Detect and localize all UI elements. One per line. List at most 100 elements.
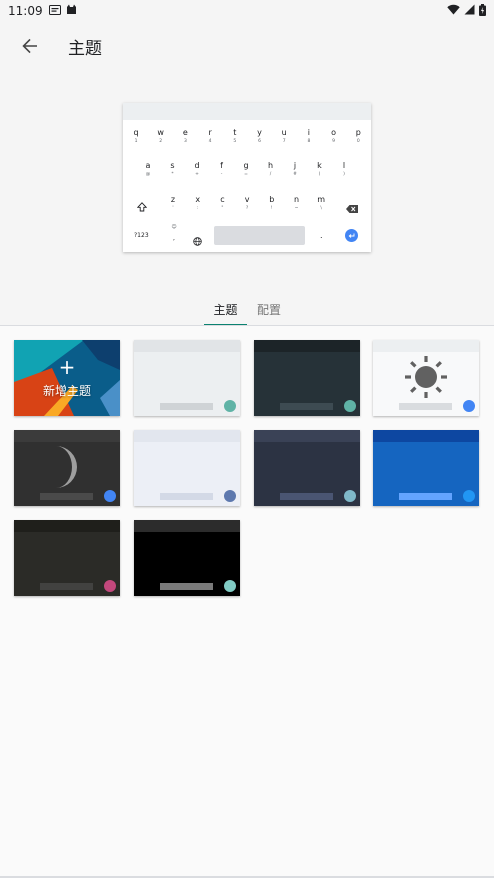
add-theme-label: 新增主题 bbox=[42, 384, 91, 398]
cat-notification-icon bbox=[66, 4, 77, 18]
kb-key-label: y bbox=[257, 128, 262, 137]
kb-key-label: h bbox=[267, 161, 274, 170]
kb-key-hint: ? bbox=[245, 206, 249, 211]
kb-key-hint: " bbox=[221, 206, 224, 211]
theme-tile-accent-dot bbox=[104, 490, 116, 502]
app-bar: 主题 bbox=[0, 22, 494, 70]
theme-tile-dark-slate[interactable] bbox=[254, 340, 360, 416]
space-key bbox=[214, 226, 305, 245]
theme-tile-dark-navy[interactable] bbox=[254, 430, 360, 506]
theme-tile-dark-moon[interactable] bbox=[14, 430, 120, 506]
battery-charging-icon bbox=[479, 3, 486, 19]
kb-key-label: j bbox=[293, 161, 297, 170]
shift-icon bbox=[136, 197, 148, 216]
plus-icon: + bbox=[58, 355, 76, 379]
enter-icon bbox=[348, 233, 355, 238]
kb-key-hint: 6 bbox=[258, 139, 261, 144]
kb-key-label: w bbox=[157, 128, 164, 137]
kb-key-label: l bbox=[342, 161, 346, 170]
kb-key-hint: 8 bbox=[307, 139, 311, 144]
theme-tile-spacebar bbox=[160, 583, 213, 590]
back-button[interactable] bbox=[2, 22, 58, 70]
kb-key-label: v bbox=[244, 195, 250, 204]
kb-key-hint: - bbox=[220, 172, 223, 177]
theme-tile-pure-black[interactable] bbox=[134, 520, 240, 596]
kb-key-a: a @ bbox=[143, 161, 153, 177]
kb-key-label: d bbox=[194, 161, 200, 170]
kb-key-hint: ) bbox=[343, 172, 345, 177]
tab-themes[interactable]: 主题 bbox=[204, 292, 247, 326]
theme-tile-accent-dot bbox=[224, 580, 236, 592]
theme-tile-accent-dot bbox=[344, 400, 356, 412]
keyboard-preview: q 1 w 2 e 3 r 4 t 5 y 6 u 7 i 8 o 9 p 0 a @ s * d + f - g = h / j # k(l) z '… bbox=[123, 103, 371, 252]
theme-tile-accent-dot bbox=[224, 400, 236, 412]
kb-key-hint: 5 bbox=[233, 139, 237, 144]
status-bar: 11:09 bbox=[0, 0, 494, 22]
kb-key-hint: \ bbox=[320, 206, 322, 211]
kb-key-label: o bbox=[331, 128, 337, 137]
theme-tile-spacebar bbox=[40, 583, 93, 590]
kb-key-y: y6 bbox=[255, 128, 265, 144]
wifi-icon bbox=[447, 4, 460, 18]
kb-key-hint: 7 bbox=[282, 139, 286, 144]
kb-key-hint: 1 bbox=[134, 139, 138, 144]
kb-key-u: u7 bbox=[279, 128, 289, 144]
kb-key-q: q1 bbox=[131, 128, 141, 144]
theme-tile-material-blue[interactable] bbox=[373, 430, 479, 506]
kb-key-label: e bbox=[182, 128, 188, 137]
theme-tile-top-bar bbox=[373, 340, 479, 352]
kb-key-label: s bbox=[170, 161, 175, 170]
theme-tile-spacebar bbox=[280, 403, 333, 410]
kb-key-o: o9 bbox=[329, 128, 339, 144]
tab-bar: 主题 配置 bbox=[0, 292, 494, 326]
kb-key-hint: 4 bbox=[208, 139, 212, 144]
theme-tile-spacebar bbox=[160, 493, 213, 500]
sun-icon bbox=[403, 354, 449, 404]
theme-tile-top-bar bbox=[254, 340, 360, 352]
theme-tile-top-bar bbox=[254, 430, 360, 442]
theme-tile-top-bar bbox=[134, 430, 240, 442]
kb-key-d: d + bbox=[192, 161, 202, 177]
theme-tile-top-bar bbox=[134, 340, 240, 352]
status-right-icons bbox=[447, 3, 486, 19]
keyboard-preview-top-bar bbox=[123, 103, 371, 120]
kb-key-x: x: bbox=[193, 195, 203, 211]
theme-tile-dark-olive[interactable] bbox=[14, 520, 120, 596]
add-theme-tile[interactable]: + 新增主题 bbox=[14, 340, 120, 416]
kb-key-l: l) bbox=[339, 161, 349, 177]
globe-icon bbox=[193, 231, 202, 250]
kb-key-e: e3 bbox=[180, 128, 190, 144]
kb-key-r: r4 bbox=[205, 128, 215, 144]
kb-key-label: a bbox=[145, 161, 151, 170]
kb-key-hint: ( bbox=[318, 172, 321, 177]
period-key: . bbox=[320, 231, 323, 240]
kb-key-i: i8 bbox=[304, 128, 314, 144]
kb-key-z: z ' bbox=[168, 195, 178, 211]
kb-key-j: j # bbox=[290, 161, 300, 177]
theme-tile-accent-dot bbox=[224, 490, 236, 502]
theme-tile-light-sun[interactable] bbox=[373, 340, 479, 416]
tab-settings[interactable]: 配置 bbox=[252, 292, 286, 326]
kb-key-label: i bbox=[307, 128, 310, 137]
theme-tile-light-gray[interactable] bbox=[134, 340, 240, 416]
kb-key-v: v? bbox=[242, 195, 252, 211]
kb-key-hint: 9 bbox=[332, 139, 336, 144]
theme-tile-top-bar bbox=[14, 520, 120, 532]
kb-key-label: c bbox=[220, 195, 225, 204]
kb-key-hint: @ bbox=[145, 172, 151, 177]
kb-key-p: p0 bbox=[353, 128, 363, 144]
symbols-key: ?123 bbox=[134, 232, 149, 239]
kb-key-label: f bbox=[220, 161, 223, 170]
kb-key-label: z bbox=[170, 195, 176, 204]
theme-tile-spacebar bbox=[160, 403, 213, 410]
kb-key-s: s * bbox=[168, 161, 178, 177]
theme-tile-top-bar bbox=[14, 430, 120, 442]
kb-key-k: k( bbox=[315, 161, 325, 177]
theme-tile-spacebar bbox=[399, 403, 452, 410]
kb-key-c: c " bbox=[217, 195, 227, 211]
kb-key-hint: * bbox=[171, 172, 174, 177]
theme-tile-light-blue-gray[interactable] bbox=[134, 430, 240, 506]
kb-key-m: m \ bbox=[316, 195, 326, 211]
kb-key-label: x bbox=[195, 195, 201, 204]
theme-tile-top-bar bbox=[134, 520, 240, 532]
